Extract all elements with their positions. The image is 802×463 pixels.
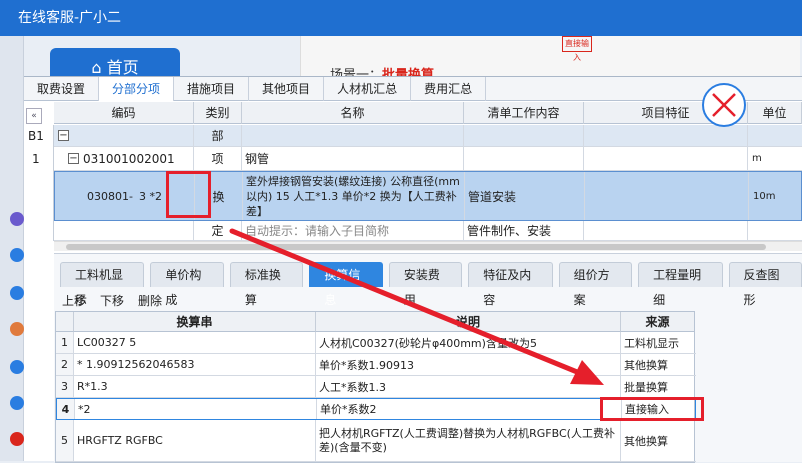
annotation-arrow — [229, 228, 604, 385]
